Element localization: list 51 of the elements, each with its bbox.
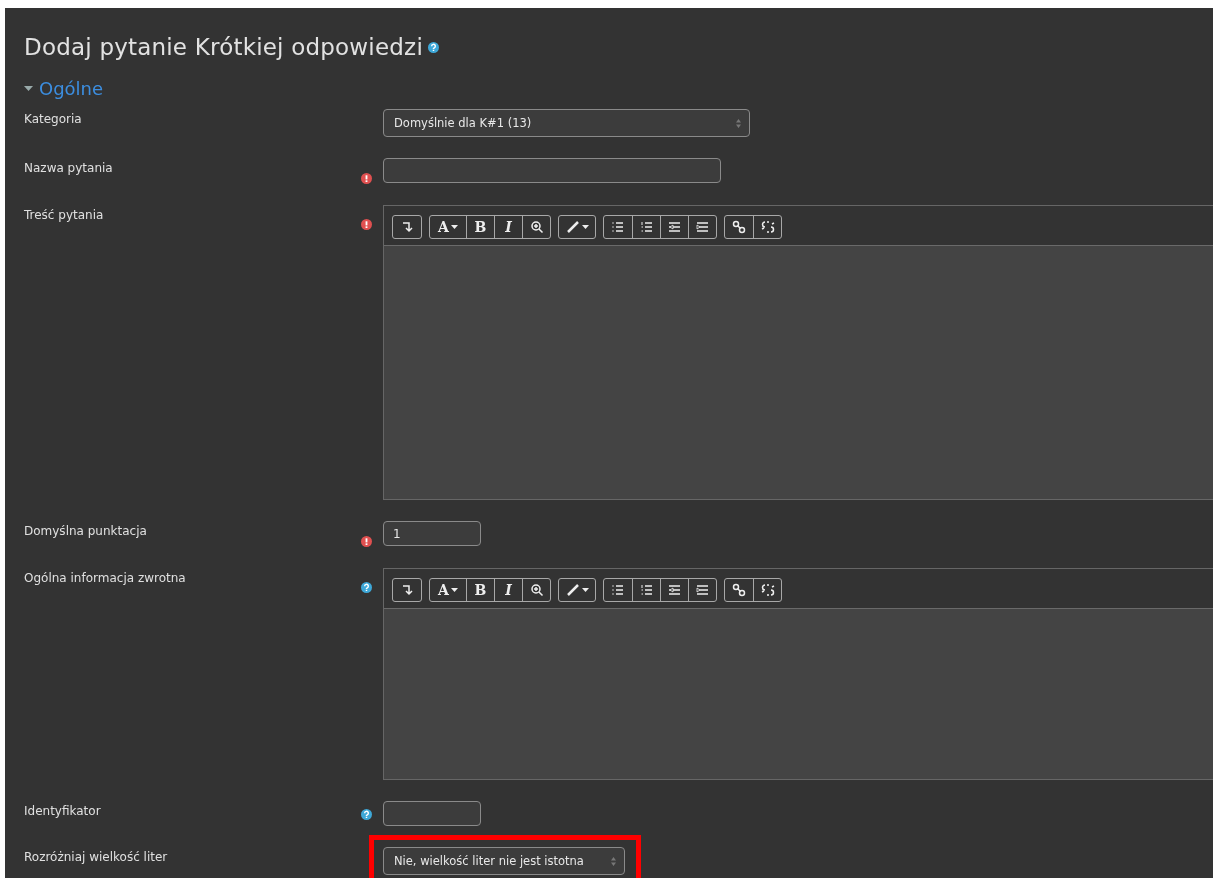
italic-button[interactable]: I [494, 216, 522, 238]
outdent-icon [667, 583, 682, 597]
caret-icon [581, 588, 589, 592]
bold-button[interactable]: B [466, 579, 494, 601]
help-icon[interactable] [360, 809, 372, 820]
select-field[interactable]: Nie, wielkość liter nie jest istotna [383, 847, 625, 875]
indent-icon [695, 583, 710, 597]
font-style-button[interactable]: A [430, 216, 466, 238]
link-icon [732, 220, 746, 234]
help-icon[interactable] [360, 582, 372, 593]
zoom-icon [529, 220, 544, 234]
input-field[interactable]: 1 [383, 521, 481, 546]
field-label: Kategoria [24, 111, 83, 126]
help-icon[interactable] [428, 41, 439, 53]
italic-button[interactable]: I [494, 579, 522, 601]
collapse-icon [400, 583, 414, 597]
font-style-button[interactable]: A [430, 579, 466, 601]
collapse-icon [400, 220, 414, 234]
field-label: Ogólna informacja zwrotna [24, 570, 187, 585]
field-label: Rozróżniaj wielkość liter [24, 849, 169, 864]
link-icon [732, 583, 746, 597]
numbered-list-icon [639, 220, 654, 234]
caret-icon [581, 225, 589, 229]
caret-icon[interactable] [24, 83, 33, 93]
field-label: Domyślna punktacja [24, 523, 148, 538]
bullet-list-icon [611, 220, 625, 234]
required-icon [360, 219, 372, 230]
section-heading[interactable]: Ogólne [39, 77, 104, 99]
required-icon [360, 536, 372, 547]
field-label: Identyfikator [24, 803, 102, 818]
updown-icon [736, 118, 741, 128]
numbered-list-icon [639, 583, 654, 597]
field-label: Nazwa pytania [24, 160, 114, 175]
brush-icon [565, 583, 580, 597]
outdent-icon [667, 220, 682, 234]
unlink-icon [760, 220, 775, 234]
input-field[interactable] [383, 158, 721, 183]
zoom-icon [529, 583, 544, 597]
updown-icon [611, 856, 616, 866]
caret-icon [450, 225, 458, 229]
field-label: Treść pytania [24, 207, 105, 222]
bullet-list-icon [611, 583, 625, 597]
input-field[interactable] [383, 801, 481, 826]
caret-icon [450, 588, 458, 592]
unlink-icon [760, 583, 775, 597]
brush-icon [565, 220, 580, 234]
select-field[interactable]: Domyślnie dla K#1 (13) [383, 109, 750, 137]
page-title: Dodaj pytanie Krótkiej odpowiedzi [24, 34, 423, 60]
bold-button[interactable]: B [466, 216, 494, 238]
indent-icon [695, 220, 710, 234]
required-icon [360, 173, 372, 184]
